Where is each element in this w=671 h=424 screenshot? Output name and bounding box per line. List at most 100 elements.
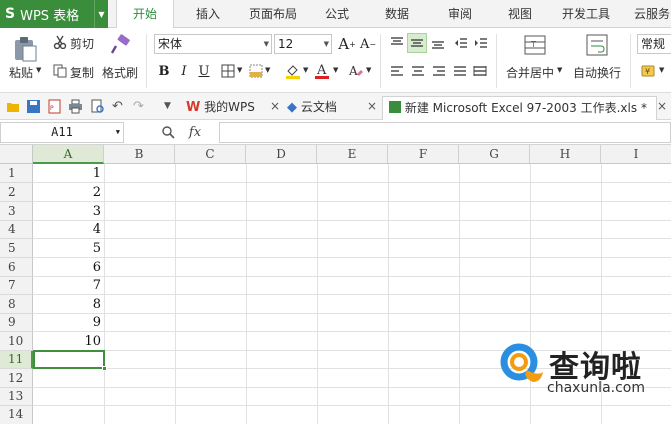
decrease-indent-icon[interactable]: [452, 34, 470, 52]
chevron-down-icon[interactable]: ▼: [94, 0, 108, 28]
bold-button[interactable]: B: [156, 62, 172, 80]
number-format-select[interactable]: 常规: [637, 34, 671, 54]
format-painter-button[interactable]: 格式刷: [102, 64, 138, 81]
copy-button[interactable]: 复制: [70, 64, 94, 81]
tab-cloud[interactable]: 云服务: [627, 0, 671, 28]
cell-a8[interactable]: 8: [33, 295, 104, 314]
row-header-8[interactable]: 8: [0, 295, 33, 314]
fill-color-icon[interactable]: [284, 62, 302, 80]
cell-a3[interactable]: 3: [33, 202, 104, 221]
export-pdf-icon[interactable]: P: [47, 99, 62, 114]
cell-fill-icon[interactable]: [248, 63, 264, 79]
row-header-11[interactable]: 11: [0, 351, 33, 369]
tab-data[interactable]: 数据: [372, 0, 422, 28]
wrap-text-button[interactable]: 自动换行: [573, 64, 621, 81]
chevron-down-icon[interactable]: ▼: [557, 66, 562, 74]
redo-icon[interactable]: ↷: [133, 99, 148, 114]
row-header-2[interactable]: 2: [0, 183, 33, 202]
cut-button[interactable]: 剪切: [70, 35, 94, 52]
chevron-down-icon[interactable]: ▼: [333, 66, 338, 74]
chevron-down-icon[interactable]: ▼: [303, 66, 308, 74]
row-header-4[interactable]: 4: [0, 221, 33, 239]
underline-button[interactable]: U: [196, 62, 212, 80]
copy-icon[interactable]: [52, 63, 68, 79]
scissors-icon[interactable]: [52, 34, 68, 50]
decrease-font-icon[interactable]: A −: [359, 35, 377, 53]
zoom-search-icon[interactable]: [160, 124, 176, 140]
row-header-7[interactable]: 7: [0, 277, 33, 295]
cell-a5[interactable]: 5: [33, 239, 104, 258]
row-header-3[interactable]: 3: [0, 202, 33, 221]
wps-app-button[interactable]: S WPS 表格 ▼: [0, 0, 108, 28]
fill-handle[interactable]: [102, 366, 107, 371]
chevron-down-icon[interactable]: ▼: [265, 66, 270, 74]
cell-a4[interactable]: 4: [33, 221, 104, 239]
chevron-down-icon[interactable]: ▼: [659, 66, 664, 74]
column-header-a[interactable]: A: [33, 145, 104, 164]
row-header-9[interactable]: 9: [0, 314, 33, 332]
name-box[interactable]: A11 ▼: [0, 122, 124, 143]
formula-input[interactable]: [219, 122, 671, 143]
column-header-b[interactable]: B: [104, 145, 175, 164]
row-header-1[interactable]: 1: [0, 164, 33, 183]
row-header-14[interactable]: 14: [0, 406, 33, 424]
currency-icon[interactable]: ¥: [640, 62, 656, 80]
format-painter-icon[interactable]: [108, 33, 132, 57]
align-center-icon[interactable]: [409, 62, 427, 80]
cell-a2[interactable]: 2: [33, 183, 104, 202]
column-header-d[interactable]: D: [246, 145, 317, 164]
align-middle-icon[interactable]: [407, 33, 427, 53]
cell-a7[interactable]: 7: [33, 277, 104, 295]
insert-function-button[interactable]: fx: [184, 123, 206, 141]
align-right-icon[interactable]: [430, 62, 448, 80]
customize-toolbar-icon[interactable]: ▼: [164, 99, 179, 114]
column-header-e[interactable]: E: [317, 145, 388, 164]
row-header-13[interactable]: 13: [0, 388, 33, 406]
tab-view[interactable]: 视图: [496, 0, 544, 28]
select-all-corner[interactable]: [0, 145, 33, 164]
tab-developer[interactable]: 开发工具: [556, 0, 616, 28]
justify-icon[interactable]: [451, 62, 469, 80]
row-header-6[interactable]: 6: [0, 258, 33, 277]
close-icon[interactable]: ×: [657, 99, 667, 113]
print-preview-icon[interactable]: [90, 99, 105, 114]
column-header-h[interactable]: H: [530, 145, 601, 164]
borders-icon[interactable]: [220, 63, 236, 79]
tab-home[interactable]: 开始: [116, 0, 174, 29]
close-icon[interactable]: ×: [367, 99, 377, 113]
chevron-down-icon[interactable]: ▼: [366, 66, 371, 74]
distribute-icon[interactable]: [471, 62, 489, 80]
print-icon[interactable]: [68, 99, 83, 114]
increase-indent-icon[interactable]: [472, 34, 490, 52]
tab-page-layout[interactable]: 页面布局: [240, 0, 306, 28]
column-header-c[interactable]: C: [175, 145, 246, 164]
cell-a9[interactable]: 9: [33, 314, 104, 332]
row-header-5[interactable]: 5: [0, 239, 33, 258]
undo-icon[interactable]: ↶: [112, 99, 127, 114]
align-bottom-icon[interactable]: [429, 34, 447, 52]
italic-button[interactable]: I: [176, 62, 192, 80]
row-header-12[interactable]: 12: [0, 369, 33, 388]
tab-active-workbook[interactable]: 新建 Microsoft Excel 97-2003 工作表.xls *: [382, 96, 657, 120]
open-folder-icon[interactable]: [6, 99, 21, 114]
column-header-i[interactable]: I: [601, 145, 671, 164]
save-icon[interactable]: [26, 99, 41, 114]
selected-cell-a11[interactable]: [33, 350, 107, 371]
tab-formulas[interactable]: 公式: [312, 0, 362, 28]
cell-a6[interactable]: 6: [33, 258, 104, 277]
wrap-text-icon[interactable]: [584, 32, 610, 58]
close-icon[interactable]: ×: [270, 99, 280, 113]
font-size-select[interactable]: 12 ▼: [274, 34, 332, 54]
paste-button[interactable]: 粘贴: [9, 64, 33, 81]
row-header-10[interactable]: 10: [0, 332, 33, 351]
column-header-g[interactable]: G: [459, 145, 530, 164]
chevron-down-icon[interactable]: ▼: [237, 66, 242, 74]
tab-my-wps[interactable]: W 我的WPS: [186, 96, 255, 120]
tab-cloud-docs[interactable]: ◆ 云文档: [287, 96, 337, 120]
cell-a1[interactable]: 1: [33, 164, 104, 183]
font-name-select[interactable]: 宋体 ▼: [154, 34, 272, 54]
merge-center-button[interactable]: 合并居中: [506, 64, 554, 81]
increase-font-icon[interactable]: A +: [338, 35, 356, 53]
tab-insert[interactable]: 插入: [180, 0, 236, 28]
merge-center-icon[interactable]: T: [522, 32, 548, 58]
